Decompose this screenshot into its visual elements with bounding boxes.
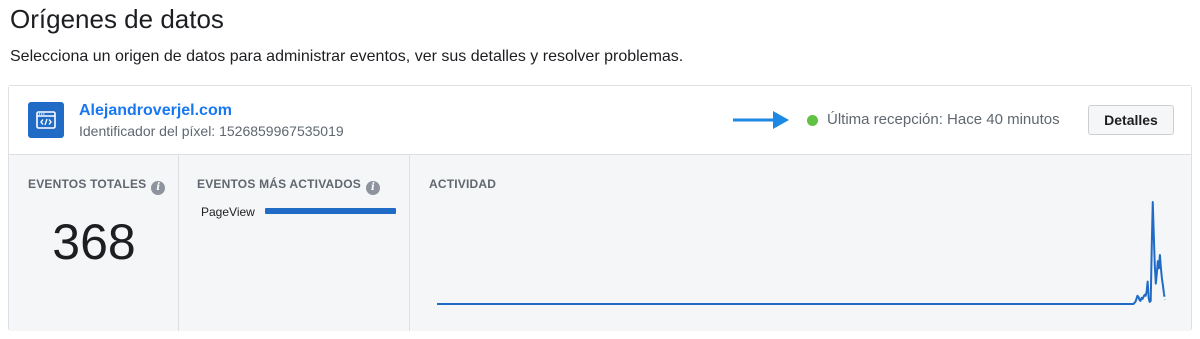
top-event-bar [265, 208, 396, 214]
pixel-id-text: Identificador del píxel: 152685996753501… [79, 123, 344, 139]
top-events-panel: EVENTOS MÁS ACTIVADOS i PageView [179, 155, 410, 331]
status-dot-icon [807, 115, 818, 126]
activity-series-partial-line [1162, 293, 1166, 301]
info-icon[interactable]: i [151, 181, 166, 195]
data-source-card[interactable]: Alejandroverjel.com Identificador del pí… [8, 85, 1192, 331]
details-button[interactable]: Detalles [1088, 105, 1174, 135]
total-events-label-text: EVENTOS TOTALES [28, 177, 147, 191]
activity-panel: ACTIVIDAD [410, 155, 1191, 331]
top-events-label-text: EVENTOS MÁS ACTIVADOS [197, 177, 361, 191]
arrow-right-icon [733, 111, 789, 129]
last-received-status: Última recepción: Hace 40 minutos [827, 111, 1060, 128]
total-events-label: EVENTOS TOTALES i [28, 177, 166, 195]
code-window-icon [28, 102, 64, 138]
activity-chart [437, 201, 1166, 305]
total-events-value: 368 [52, 214, 136, 270]
data-source-header: Alejandroverjel.com Identificador del pí… [9, 86, 1191, 155]
info-icon[interactable]: i [366, 181, 380, 195]
total-events-panel: EVENTOS TOTALES i 368 [9, 155, 179, 331]
top-event-row: PageView [201, 205, 401, 219]
page-title: Orígenes de datos [10, 4, 224, 34]
data-source-name-link[interactable]: Alejandroverjel.com [79, 102, 232, 120]
page-subtitle: Selecciona un origen de datos para admin… [10, 48, 684, 65]
top-events-label: EVENTOS MÁS ACTIVADOS i [197, 177, 380, 195]
activity-series-line [437, 201, 1165, 305]
top-event-name: PageView [201, 205, 255, 219]
